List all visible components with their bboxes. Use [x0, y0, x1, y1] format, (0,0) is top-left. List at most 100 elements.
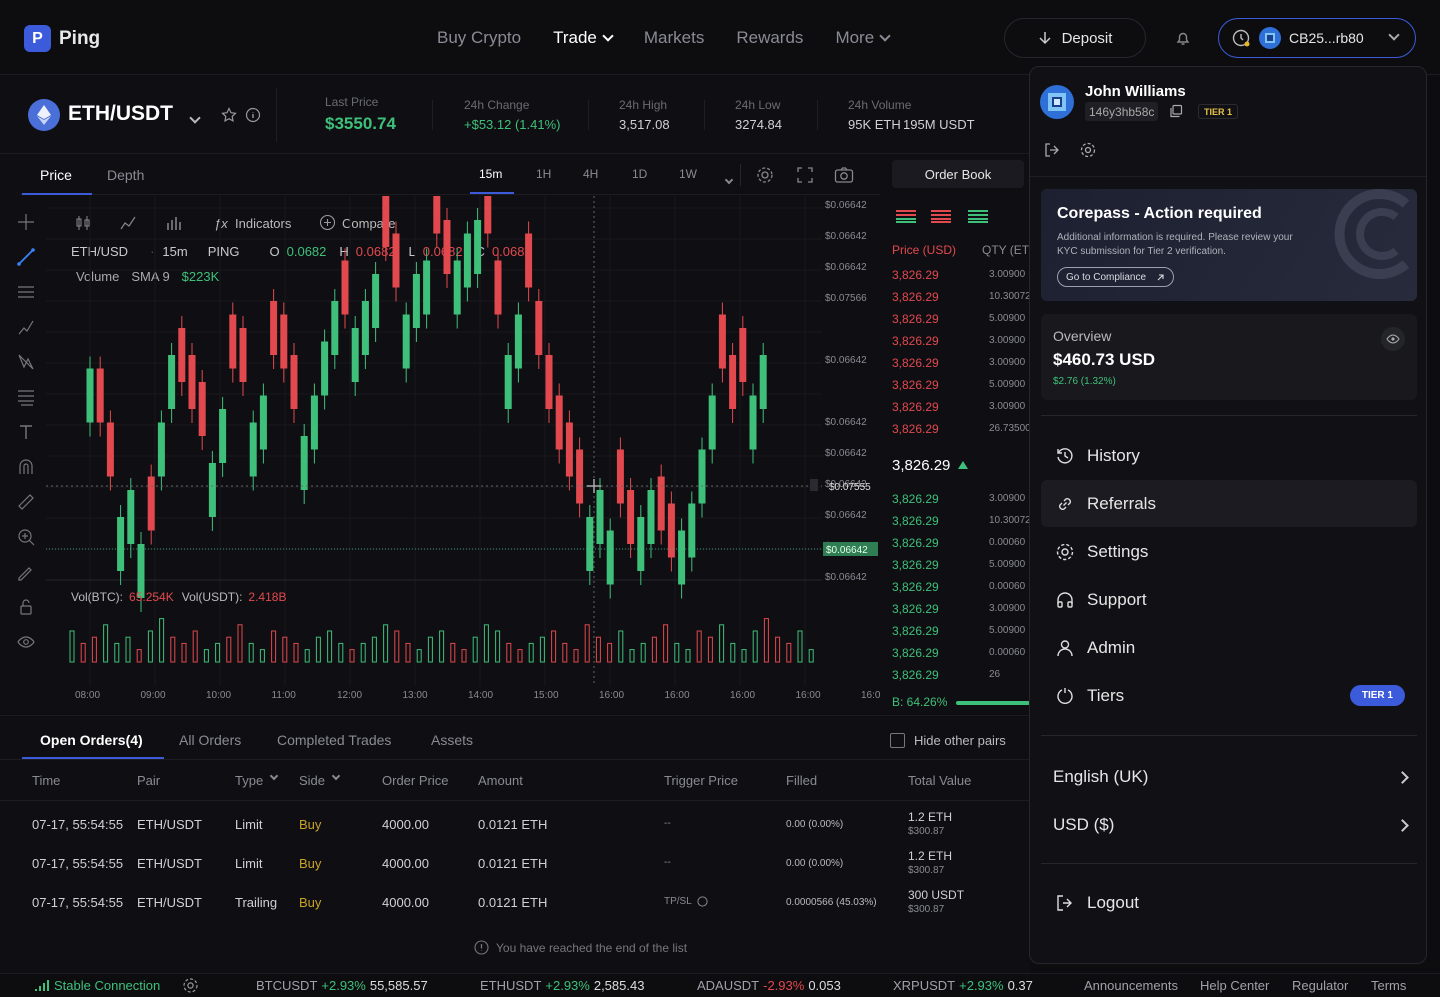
pair-selector[interactable]: ETH/USDT	[68, 102, 173, 126]
nav-trade[interactable]: Trade	[553, 28, 614, 48]
table-row[interactable]: 07-17, 55:54:55 ETH/USDT Limit Buy 4000.00 0.…	[0, 808, 1030, 846]
ticker-item[interactable]: ADAUSDT -2.93% 0.053	[697, 978, 841, 993]
ask-row[interactable]: 3,826.29 5.00900	[882, 310, 1030, 330]
menu-settings[interactable]: Settings	[1041, 528, 1417, 575]
bid-row[interactable]: 3,826.29 0.00060	[882, 644, 1030, 664]
menu-history[interactable]: History	[1041, 432, 1417, 479]
ask-row[interactable]: 3,826.29 3.00900	[882, 398, 1030, 418]
pattern-icon[interactable]	[16, 352, 36, 372]
toggle-balance-visibility[interactable]	[1381, 327, 1405, 351]
brand-logo[interactable]: P Ping	[24, 25, 100, 52]
bid-row[interactable]: 3,826.29 3.00900	[882, 490, 1030, 510]
bid-row[interactable]: 3,826.29 0.00060	[882, 534, 1030, 554]
order-book: Order Book Price (USD) QTY (ET 3,826.29 3…	[882, 154, 1030, 714]
bid-row[interactable]: 3,826.29 26	[882, 666, 1030, 686]
tab-assets[interactable]: Assets	[431, 732, 473, 748]
interval-1d[interactable]: 1D	[632, 167, 647, 181]
pencil-lock-icon[interactable]	[16, 562, 36, 582]
interval-15m[interactable]: 15m	[479, 167, 502, 181]
brush-icon[interactable]	[16, 317, 36, 337]
ask-row[interactable]: 3,826.29 3.00900	[882, 354, 1030, 374]
logout-icon[interactable]	[1043, 141, 1061, 159]
interval-4h[interactable]: 4H	[583, 167, 598, 181]
language-selector[interactable]: English (UK)	[1053, 767, 1409, 787]
deposit-button[interactable]: Deposit	[1004, 18, 1146, 58]
ruler-icon[interactable]	[16, 492, 36, 512]
magnet-icon[interactable]	[16, 457, 36, 477]
logout-button[interactable]: Logout	[1055, 893, 1139, 913]
hide-pairs-checkbox[interactable]	[890, 733, 905, 748]
ticker-item[interactable]: ETHUSDT +2.93% 2,585.43	[480, 978, 644, 993]
book-both-icon[interactable]	[896, 209, 916, 223]
menu-admin[interactable]: Admin	[1041, 624, 1417, 671]
ask-row[interactable]: 3,826.29 10.30072	[882, 288, 1030, 308]
nav-more[interactable]: More	[835, 28, 891, 48]
horizontal-lines-icon[interactable]	[16, 282, 36, 302]
ask-row[interactable]: 3,826.29 3.00900	[882, 266, 1030, 286]
price-chart[interactable]: $0.06642 $0.06642 $0.06642 $0.07566 $0.06642…	[46, 196, 882, 716]
table-row[interactable]: 07-17, 55:54:55 ETH/USDT Limit Buy 4000.00 0.…	[0, 847, 1030, 885]
col-type[interactable]: Type	[235, 771, 279, 788]
interval-1w[interactable]: 1W	[679, 167, 697, 181]
currency-selector[interactable]: USD ($)	[1053, 815, 1409, 835]
menu-support[interactable]: Support	[1041, 576, 1417, 623]
tab-order-book[interactable]: Order Book	[892, 160, 1024, 188]
tab-price[interactable]: Price	[40, 167, 72, 183]
fib-icon[interactable]	[16, 387, 36, 407]
trendline-icon[interactable]	[16, 247, 36, 267]
nav-rewards[interactable]: Rewards	[736, 28, 803, 48]
account-menu-button[interactable]: CB25...rb80	[1218, 18, 1416, 58]
bid-row[interactable]: 3,826.29 3.00900	[882, 600, 1030, 620]
tab-depth[interactable]: Depth	[107, 167, 144, 183]
tab-all-orders[interactable]: All Orders	[179, 732, 241, 748]
copy-icon[interactable]	[1169, 104, 1183, 118]
nav-buy-crypto[interactable]: Buy Crypto	[437, 28, 521, 48]
gear-icon[interactable]	[756, 166, 774, 184]
gear-icon[interactable]	[182, 977, 199, 994]
candle-body	[372, 274, 380, 328]
nav-markets[interactable]: Markets	[644, 28, 704, 48]
bid-qty: 5.00900	[989, 559, 1026, 570]
ask-row[interactable]: 3,826.29 26.73500	[882, 420, 1030, 440]
camera-icon[interactable]	[834, 166, 854, 184]
bid-row[interactable]: 3,826.29 5.00900	[882, 622, 1030, 642]
crosshair-icon[interactable]	[16, 212, 36, 232]
menu-referrals[interactable]: Referrals	[1041, 480, 1417, 527]
ask-row[interactable]: 3,826.29 3.00900	[882, 332, 1030, 352]
fullscreen-icon[interactable]	[796, 166, 814, 184]
candle-body	[96, 368, 104, 423]
bid-row[interactable]: 3,826.29 0.00060	[882, 578, 1030, 598]
ticker-item[interactable]: XRPUSDT +2.93% 0.37	[893, 978, 1033, 993]
book-bids-icon[interactable]	[968, 209, 988, 223]
settings-icon[interactable]	[1079, 141, 1097, 159]
ticker-item[interactable]: BTCUSDT +2.93% 55,585.57	[256, 978, 428, 993]
x-tick-label: 15:00	[534, 690, 559, 701]
footer-regulator[interactable]: Regulator	[1292, 978, 1348, 993]
go-to-compliance-button[interactable]: Go to Compliance	[1057, 267, 1175, 287]
star-icon[interactable]	[221, 107, 237, 123]
book-asks-icon[interactable]	[931, 209, 951, 223]
footer-terms[interactable]: Terms	[1371, 978, 1406, 993]
chevron-down-icon[interactable]	[189, 112, 201, 124]
candle-body	[667, 503, 675, 558]
col-side[interactable]: Side	[299, 771, 341, 788]
tab-open-orders[interactable]: Open Orders(4)	[40, 732, 143, 748]
footer-announcements[interactable]: Announcements	[1084, 978, 1178, 993]
volume-bar	[360, 642, 366, 663]
interval-1h[interactable]: 1H	[536, 167, 551, 181]
candle	[708, 383, 716, 464]
lock-icon[interactable]	[16, 597, 36, 617]
info-icon[interactable]	[245, 107, 261, 123]
eye-icon[interactable]	[16, 632, 36, 652]
tab-completed-trades[interactable]: Completed Trades	[277, 732, 391, 748]
info-icon[interactable]	[697, 896, 708, 907]
footer-help-center[interactable]: Help Center	[1200, 978, 1269, 993]
table-row[interactable]: 07-17, 55:54:55 ETH/USDT Trailing Buy 4000.0…	[0, 886, 1030, 924]
bid-row[interactable]: 3,826.29 5.00900	[882, 556, 1030, 576]
bid-row[interactable]: 3,826.29 10.30072	[882, 512, 1030, 532]
notifications-button[interactable]	[1165, 20, 1201, 56]
text-icon[interactable]	[16, 422, 36, 442]
menu-tiers[interactable]: Tiers TIER 1	[1041, 672, 1417, 719]
ask-row[interactable]: 3,826.29 5.00900	[882, 376, 1030, 396]
zoom-in-icon[interactable]	[16, 527, 36, 547]
